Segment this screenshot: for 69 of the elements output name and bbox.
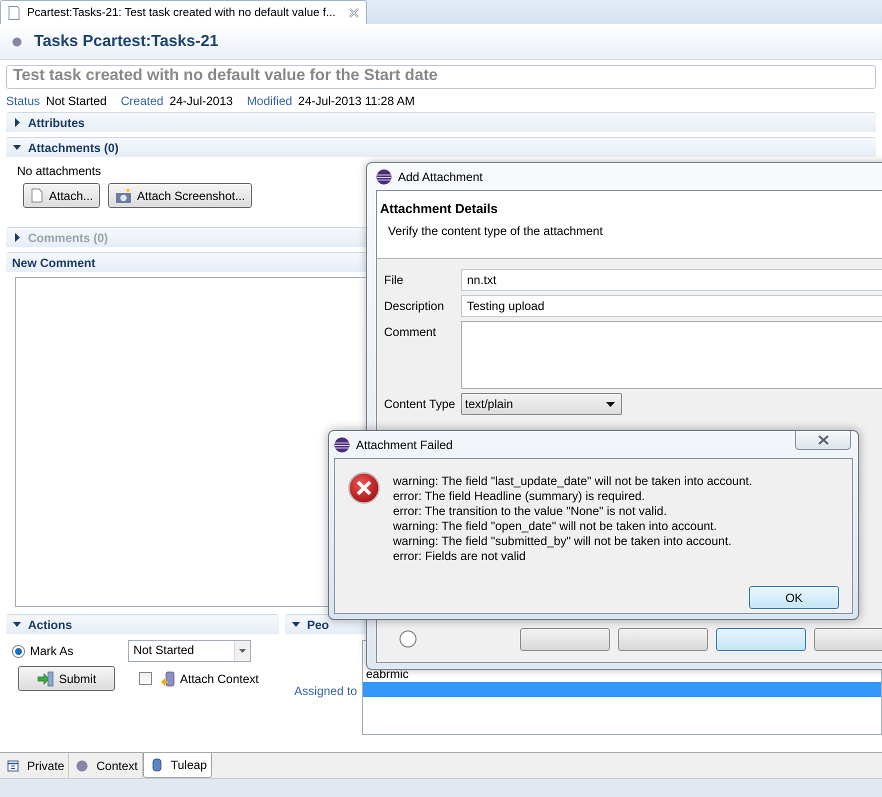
radio-label: Mark As: [30, 644, 74, 658]
editor-tab[interactable]: Pcartest:Tasks-21: Test task created with no default value f...: [0, 0, 367, 24]
comment-field[interactable]: [461, 321, 882, 389]
section-header[interactable]: Attachments (0): [6, 137, 876, 157]
dialog-title: Attachment Failed: [356, 438, 453, 452]
page-title: Tasks Pcartest:Tasks-21: [34, 32, 218, 50]
wizard-button[interactable]: [520, 628, 610, 650]
text-field[interactable]: Testing upload: [461, 295, 882, 317]
field-label: Description: [384, 298, 446, 315]
attach-button[interactable]: Attach...: [23, 183, 100, 208]
dialog-description: Verify the content type of the attachment: [388, 224, 604, 238]
error-message: warning: The field "submitted_by" will not be taken into account.: [393, 534, 732, 549]
wizard-button[interactable]: [814, 628, 882, 650]
camera-icon: [115, 188, 132, 204]
error-message: error: Fields are not valid: [393, 549, 527, 564]
radio-button[interactable]: [12, 644, 25, 658]
dot-icon: [12, 36, 22, 46]
section-header[interactable]: Attributes: [6, 112, 876, 132]
app-logo-icon: [334, 436, 350, 452]
meta-value: Not Started: [46, 94, 107, 110]
list-item[interactable]: eabrmic: [363, 667, 881, 682]
content-type-dropdown[interactable]: text/plain: [461, 393, 622, 415]
screenshot-button[interactable]: Attach Screenshot...: [108, 183, 252, 208]
context-icon: [160, 670, 175, 686]
triangle-down-icon[interactable]: [12, 143, 22, 152]
document-icon: [7, 4, 21, 20]
checkbox-label: Attach Context: [180, 672, 259, 686]
editor-tab-title: Pcartest:Tasks-21: Test task created with no default value f...: [27, 6, 336, 18]
close-icon: [818, 435, 828, 445]
calendar-icon: [7, 760, 19, 772]
error-message: warning: The field "last_update_date" will not be taken into account.: [393, 474, 752, 489]
field-label: Content Type: [384, 396, 456, 413]
wizard-button[interactable]: [716, 628, 806, 650]
checkbox[interactable]: [139, 672, 152, 685]
error-message: error: The field Headline (summary) is required.: [393, 489, 646, 504]
dropdown-arrow-icon: [239, 649, 246, 653]
empty-message: No attachments: [17, 164, 102, 180]
meta-label: Modified: [246, 94, 292, 110]
dialog-heading: Attachment Details: [380, 201, 499, 216]
field-label: Comment: [384, 324, 438, 341]
help-icon[interactable]: [399, 630, 417, 648]
dialog-title: Add Attachment: [398, 170, 483, 184]
ok-button[interactable]: OK: [749, 586, 839, 609]
status-dropdown[interactable]: Not Started: [128, 640, 252, 662]
submit-button[interactable]: Submit: [18, 666, 115, 691]
close-icon[interactable]: [348, 6, 360, 18]
error-icon: [348, 472, 380, 504]
error-message: error: The transition to the value "None" is not valid.: [393, 504, 668, 519]
close-button[interactable]: [795, 431, 851, 450]
triangle-right-icon[interactable]: [12, 118, 22, 127]
triangle-down-icon[interactable]: [291, 620, 301, 629]
triangle-down-icon[interactable]: [12, 620, 22, 629]
meta-label: Status: [6, 94, 40, 110]
meta-label: Created: [120, 94, 164, 110]
cylinder-icon: [150, 758, 163, 772]
dropdown-arrow-icon: [606, 402, 615, 406]
view-tab[interactable]: Tuleap: [142, 753, 212, 778]
wizard-button[interactable]: [618, 628, 708, 650]
section-header[interactable]: Actions: [6, 614, 279, 634]
error-message: warning: The field "open_date" will not be taken into account.: [393, 519, 718, 534]
dot-icon: [76, 760, 88, 772]
app-logo-icon: [376, 168, 392, 184]
document-icon: [30, 188, 44, 204]
meta-value: 24-Jul-2013: [169, 94, 233, 110]
meta-value: 24-Jul-2013 11:28 AM: [298, 94, 415, 110]
text-field[interactable]: nn.txt: [461, 269, 882, 291]
field-label: File: [384, 272, 404, 289]
submit-icon: [36, 670, 54, 686]
field-label: Assigned to: [293, 683, 358, 700]
